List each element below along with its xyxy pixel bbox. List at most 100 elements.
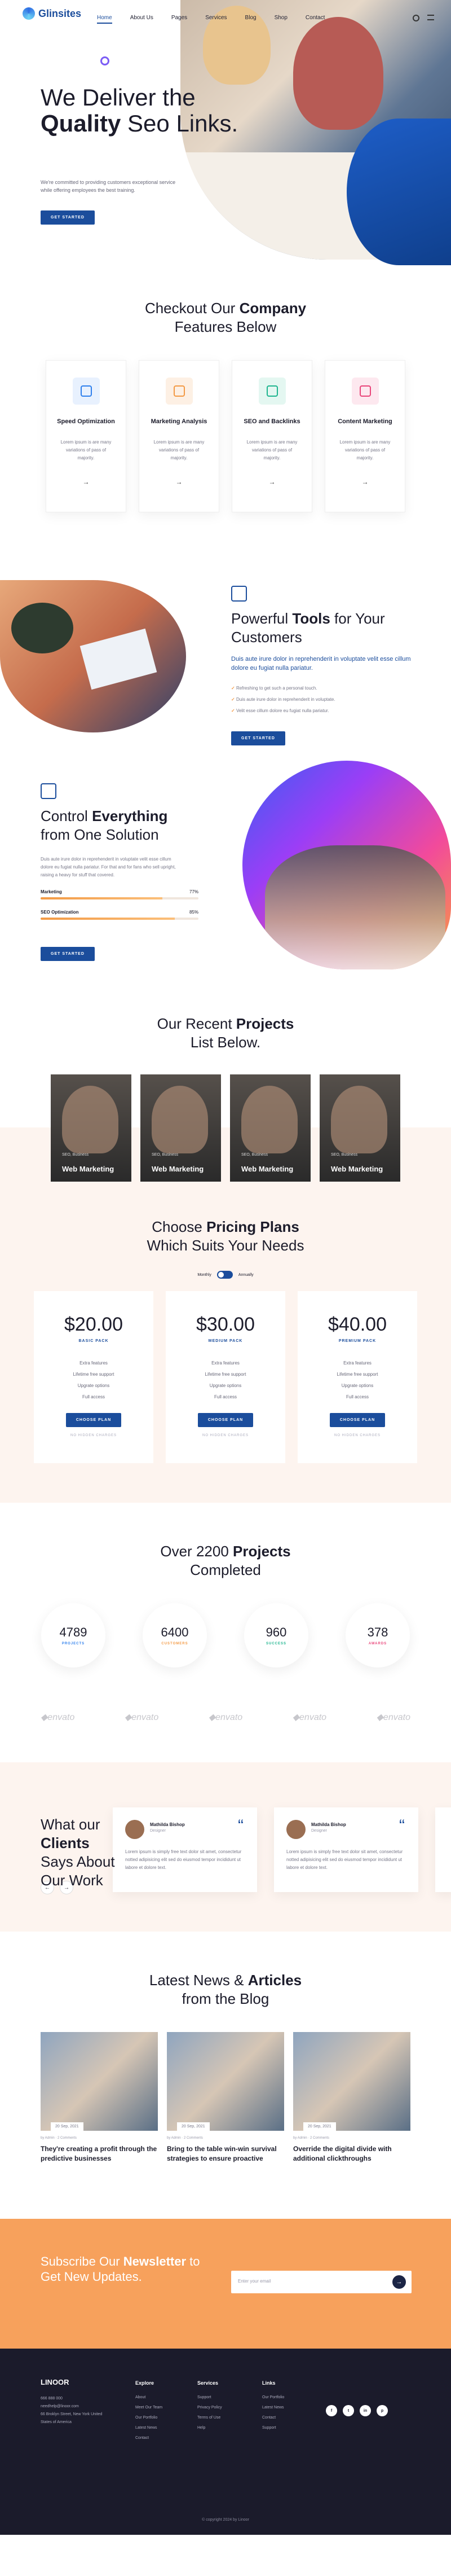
- feature-card: Marketing Analysis Lorem ipsum is are man…: [139, 360, 219, 512]
- footer-link[interactable]: Latest News: [135, 2423, 162, 2433]
- post-title[interactable]: They're creating a profit through the pr…: [41, 2144, 158, 2164]
- project-tag: SEO, Business: [241, 1153, 268, 1157]
- arrow-right-icon[interactable]: →: [232, 478, 312, 486]
- toggle-monthly[interactable]: Monthly: [197, 1273, 211, 1277]
- hero-get-started-button[interactable]: GET STARTED: [41, 210, 95, 225]
- feature-text: Lorem ipsum is are many variations of pa…: [60, 440, 112, 460]
- testimonial-role: Designer: [150, 1829, 166, 1833]
- menu-item-blog[interactable]: Blog: [245, 15, 257, 24]
- social-icon[interactable]: f: [326, 2405, 337, 2416]
- plan-name: BASIC PACK: [78, 1339, 109, 1343]
- content-icon: [351, 378, 379, 405]
- post-title[interactable]: Override the digital divide with additio…: [293, 2144, 410, 2164]
- post-title[interactable]: Bring to the table win-win survival stra…: [167, 2144, 284, 2164]
- footer-link[interactable]: About: [135, 2393, 162, 2403]
- arrow-right-icon[interactable]: →: [46, 478, 126, 486]
- menu-item-services[interactable]: Services: [205, 15, 227, 24]
- footer-link[interactable]: Our Portfolio: [262, 2393, 284, 2403]
- quote-icon: “: [238, 1816, 244, 1835]
- testimonial-name: Mathilda Bishop: [311, 1822, 346, 1827]
- list-item: Velit esse cillum dolore eu fugiat nulla…: [231, 705, 417, 717]
- stat-value: 378: [367, 1625, 388, 1639]
- hero-text: We're committed to providing customers e…: [41, 179, 176, 193]
- email-input[interactable]: Enter your email: [231, 2271, 412, 2293]
- list-item: Refreshing to get such a personal touch.: [231, 683, 417, 694]
- tools-get-started-button[interactable]: GET STARTED: [231, 731, 285, 745]
- features-section: Checkout Our Company Features Below Spee…: [0, 299, 451, 512]
- footer-column-title: Services: [197, 2380, 219, 2386]
- footer-link[interactable]: Help: [197, 2423, 222, 2433]
- footer-link[interactable]: Support: [262, 2423, 284, 2433]
- avatar: [125, 1820, 144, 1839]
- project-title: Web Marketing: [152, 1165, 204, 1173]
- project-card[interactable]: SEO, Business Web Marketing: [140, 1074, 221, 1182]
- footer-logo[interactable]: LINOOR: [41, 2378, 69, 2386]
- post-image[interactable]: 20 Sep, 2021: [293, 2032, 410, 2131]
- pricing-plans: $20.00 BASIC PACK Extra features Lifetime f…: [0, 1291, 451, 1463]
- control-title: Control Everything from One Solution: [41, 808, 168, 843]
- logo-mark-icon: [23, 7, 35, 20]
- list-item: Duis aute irure dolor in reprehenderit i…: [231, 694, 417, 705]
- choose-plan-button[interactable]: CHOOSE PLAN: [329, 1413, 386, 1427]
- social-links: f t in p: [326, 2405, 388, 2416]
- plan-feature: Full access: [82, 1394, 105, 1399]
- arrow-right-icon[interactable]: →: [325, 478, 405, 486]
- footer-link[interactable]: Terms of Use: [197, 2413, 222, 2423]
- plan-price: $30.00: [196, 1314, 255, 1335]
- billing-toggle: Monthly Annually: [0, 1271, 451, 1279]
- stat-circle: 4789 PROJECTS: [41, 1603, 105, 1667]
- plan-note: NO HIDDEN CHARGES: [70, 1434, 117, 1437]
- footer-link[interactable]: Contact: [135, 2433, 162, 2443]
- choose-plan-button[interactable]: CHOOSE PLAN: [197, 1413, 254, 1427]
- blog-post[interactable]: 20 Sep, 2021 by Admin · 2 Comments They're…: [41, 2032, 158, 2164]
- footer-link[interactable]: Contact: [262, 2413, 284, 2423]
- pricing-card: $30.00 MEDIUM PACK Extra features Lifetime …: [166, 1291, 285, 1463]
- footer-link[interactable]: Meet Our Team: [135, 2403, 162, 2413]
- plan-feature: Extra features: [79, 1361, 108, 1366]
- project-card[interactable]: SEO, Business Web Marketing: [51, 1074, 131, 1182]
- post-image[interactable]: 20 Sep, 2021: [41, 2032, 158, 2131]
- menu-item-pages[interactable]: Pages: [171, 15, 187, 24]
- footer-link[interactable]: Latest News: [262, 2403, 284, 2413]
- stat-label: AWARDS: [368, 1642, 387, 1645]
- footer-link[interactable]: Support: [197, 2393, 222, 2403]
- toggle-annually[interactable]: Annually: [238, 1273, 254, 1277]
- stat-value: 960: [266, 1625, 287, 1639]
- post-image[interactable]: 20 Sep, 2021: [167, 2032, 284, 2131]
- choose-plan-button[interactable]: CHOOSE PLAN: [65, 1413, 122, 1427]
- project-card[interactable]: SEO, Business Web Marketing: [230, 1074, 311, 1182]
- testimonial-name: Mathilda Bishop: [150, 1822, 185, 1827]
- menu-item-home[interactable]: Home: [97, 15, 112, 24]
- logo[interactable]: Glinsites: [23, 7, 81, 20]
- plan-feature: Lifetime free support: [337, 1372, 378, 1377]
- menu-item-about[interactable]: About Us: [130, 15, 153, 24]
- menu-item-contact[interactable]: Contact: [306, 15, 325, 24]
- progress-seo: SEO Optimization 85%: [41, 910, 198, 920]
- arrow-right-icon[interactable]: →: [139, 478, 219, 486]
- blog-title: Latest News & Articles from the Blog: [149, 1972, 302, 2007]
- footer-link[interactable]: Our Portfolio: [135, 2413, 162, 2423]
- post-meta: by Admin · 2 Comments: [41, 2136, 77, 2140]
- control-section: Control Everything from One Solution Dui…: [0, 761, 451, 1009]
- social-icon[interactable]: t: [343, 2405, 354, 2416]
- social-icon[interactable]: in: [360, 2405, 371, 2416]
- footer-link[interactable]: Privacy Policy: [197, 2403, 222, 2413]
- project-card[interactable]: SEO, Business Web Marketing: [320, 1074, 400, 1182]
- testimonial-card: Mathilda Bishop Designer “ Lorem ipsum i…: [113, 1807, 257, 1892]
- control-image: [242, 761, 451, 969]
- social-icon[interactable]: p: [377, 2405, 388, 2416]
- progress-marketing: Marketing 77%: [41, 889, 198, 899]
- hero-blob-shape: [347, 119, 451, 265]
- submit-arrow-icon[interactable]: →: [392, 2275, 406, 2289]
- blog-post[interactable]: 20 Sep, 2021 by Admin · 2 Comments Bring t…: [167, 2032, 284, 2164]
- menu-icon[interactable]: [427, 15, 434, 20]
- menu-item-shop[interactable]: Shop: [275, 15, 288, 24]
- envato-logo: ◆envato: [208, 1713, 243, 1722]
- search-icon[interactable]: [413, 15, 419, 21]
- feature-title: Marketing Analysis: [151, 418, 207, 425]
- pricing-title: Choose Pricing Plans Which Suits Your Ne…: [147, 1218, 304, 1254]
- blog-post[interactable]: 20 Sep, 2021 by Admin · 2 Comments Overrid…: [293, 2032, 410, 2164]
- billing-switch[interactable]: [216, 1271, 233, 1279]
- plan-name: MEDIUM PACK: [208, 1339, 243, 1343]
- control-get-started-button[interactable]: GET STARTED: [41, 947, 95, 961]
